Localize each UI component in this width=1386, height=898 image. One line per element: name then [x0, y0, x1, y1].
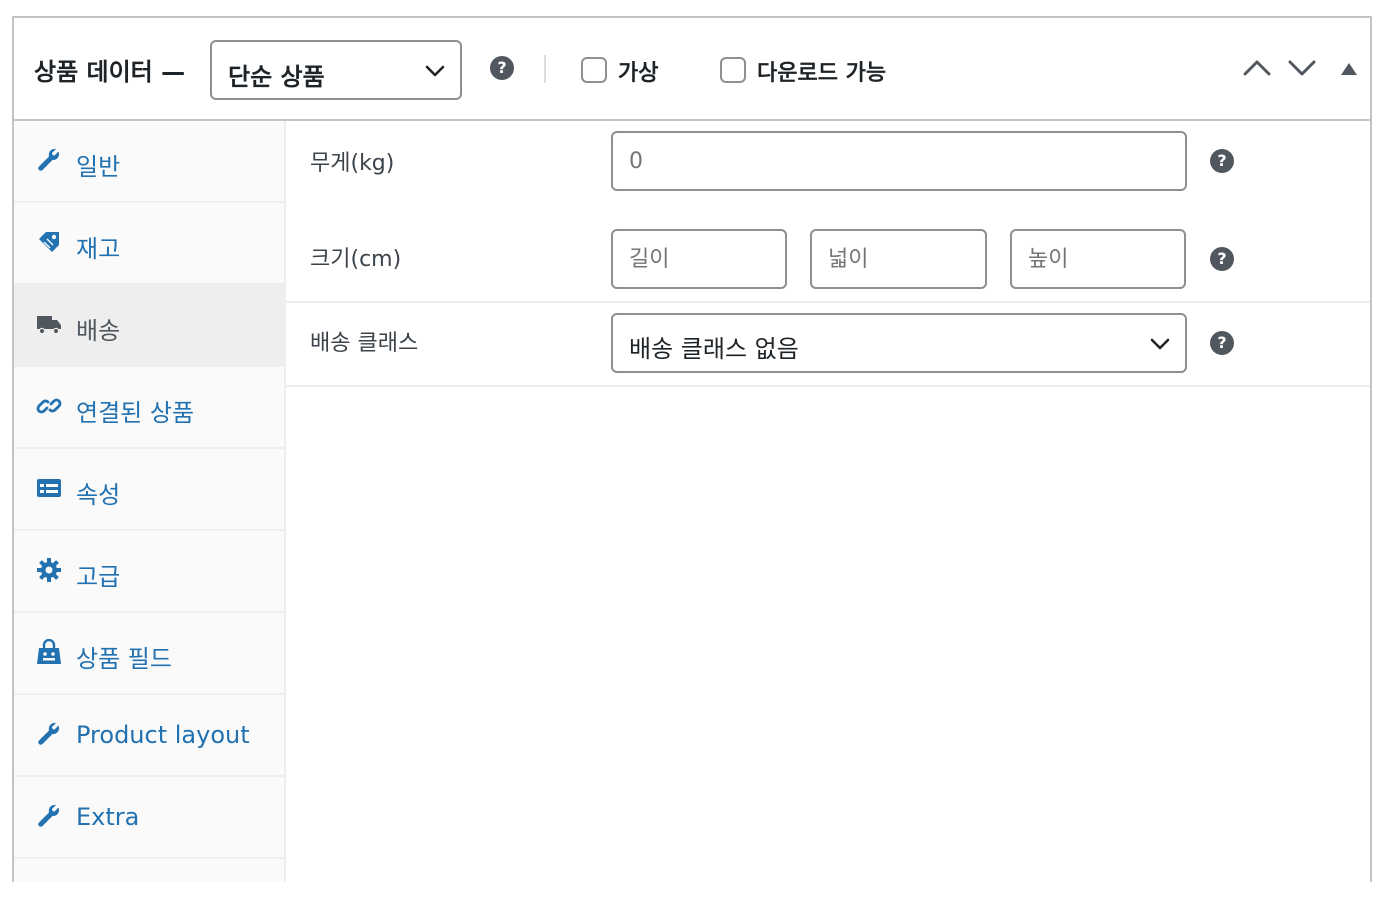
divider — [544, 55, 546, 83]
width-input[interactable] — [810, 229, 987, 289]
wrench-icon — [38, 722, 60, 745]
move-down-icon[interactable] — [1287, 56, 1317, 80]
product-type-select[interactable]: 단순 상품 — [210, 40, 462, 100]
truck-icon — [37, 316, 61, 335]
tab-label: Extra — [76, 803, 140, 831]
tab-general[interactable]: 일반 — [14, 121, 284, 203]
wrench-icon — [38, 804, 60, 827]
virtual-label: 가상 — [618, 61, 659, 86]
tab-label: 연결된 상품 — [76, 399, 195, 427]
bag-icon — [37, 639, 61, 664]
tab-label: 속성 — [76, 481, 121, 509]
virtual-checkbox[interactable] — [581, 57, 607, 83]
wrench-icon — [38, 148, 60, 171]
weight-input[interactable] — [611, 131, 1187, 191]
tab-label: 재고 — [76, 235, 121, 263]
tab-shipping[interactable]: 배송 — [14, 285, 284, 367]
help-icon[interactable]: ? — [490, 56, 514, 80]
divider — [286, 385, 1370, 387]
tab-extra[interactable]: Extra — [14, 777, 284, 859]
panel-title: 상품 데이터 — — [34, 58, 186, 86]
tab-linked-products[interactable]: 연결된 상품 — [14, 367, 284, 449]
tab-inventory[interactable]: 재고 — [14, 203, 284, 285]
tab-label: 상품 필드 — [76, 645, 172, 673]
help-icon[interactable]: ? — [1210, 331, 1234, 355]
tab-label: 배송 — [76, 317, 121, 345]
gear-icon — [37, 558, 61, 582]
move-up-icon[interactable] — [1242, 56, 1272, 80]
link-icon — [36, 398, 62, 414]
shipping-class-label: 배송 클래스 — [310, 331, 419, 356]
help-icon[interactable]: ? — [1210, 149, 1234, 173]
shipping-class-value: 배송 클래스 없음 — [629, 335, 799, 363]
help-icon[interactable]: ? — [1210, 247, 1234, 271]
height-input[interactable] — [1010, 229, 1186, 289]
tab-attributes[interactable]: 속성 — [14, 449, 284, 531]
weight-label: 무게(kg) — [310, 151, 395, 176]
downloadable-label: 다운로드 가능 — [757, 61, 887, 86]
tag-icon — [39, 232, 59, 252]
shipping-class-select[interactable]: 배송 클래스 없음 — [611, 313, 1187, 373]
product-type-value: 단순 상품 — [228, 63, 325, 91]
downloadable-checkbox[interactable] — [720, 57, 746, 83]
list-icon — [37, 479, 61, 497]
product-data-tabs: 일반 재고 배송 연결된 상품 속성 고급 상품 필드 Product layo… — [14, 121, 286, 882]
dimensions-label: 크기(cm) — [310, 247, 402, 272]
tab-label: Product layout — [76, 721, 250, 749]
tab-product-layout[interactable]: Product layout — [14, 695, 284, 777]
panel-header: 상품 데이터 — 단순 상품 ? 가상 다운로드 가능 — [14, 18, 1370, 121]
tab-product-fields[interactable]: 상품 필드 — [14, 613, 284, 695]
collapse-toggle-icon[interactable] — [1340, 62, 1358, 76]
tab-label: 일반 — [76, 153, 121, 181]
product-data-panel: 상품 데이터 — 단순 상품 ? 가상 다운로드 가능 일반 재고 배송 연결된… — [12, 16, 1372, 882]
shipping-panel: 무게(kg) ? 크기(cm) ? 배송 클래스 배송 클래스 없음 ? — [286, 121, 1370, 882]
divider — [286, 301, 1370, 303]
chevron-down-icon — [425, 65, 445, 77]
length-input[interactable] — [611, 229, 787, 289]
chevron-down-icon — [1150, 338, 1170, 350]
tab-advanced[interactable]: 고급 — [14, 531, 284, 613]
tab-label: 고급 — [76, 563, 121, 591]
